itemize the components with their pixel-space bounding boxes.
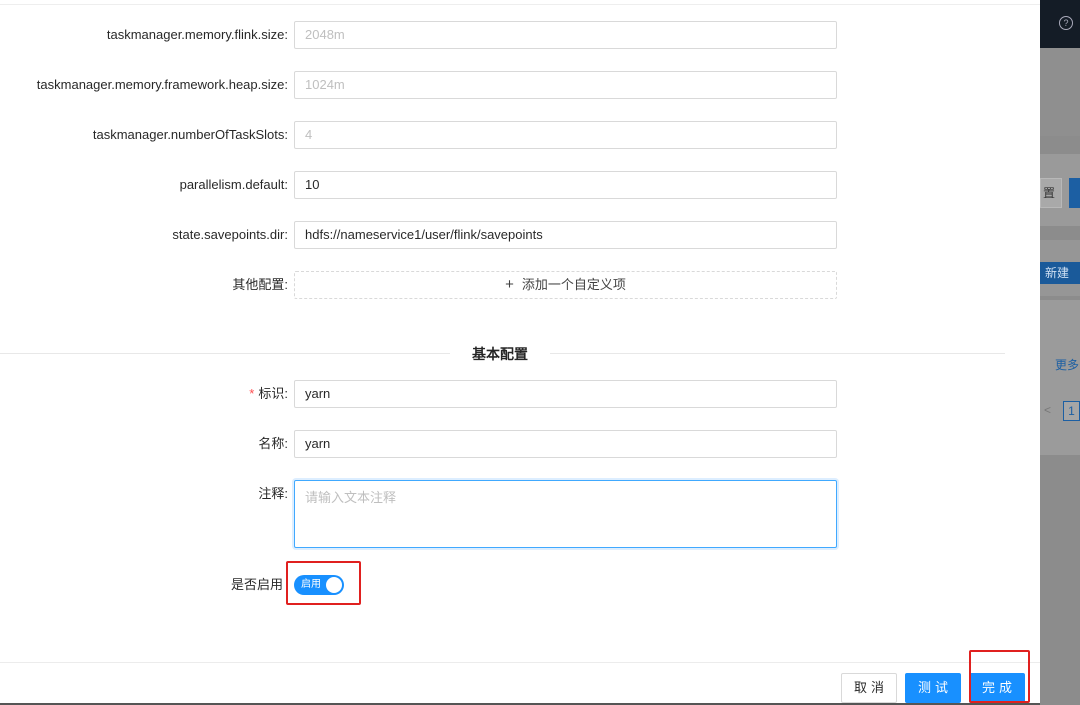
background-app: ? 置 新建 更多 < 1 [1040,0,1080,705]
form-row-flink-size: taskmanager.memory.flink.size: 2048m [0,21,1040,49]
field-label: parallelism.default: [179,177,288,192]
background-new-button: 新建 [1040,262,1080,284]
highlight-box-switch [286,561,361,605]
footer-divider [0,662,1040,663]
field-label: 名称: [258,436,288,451]
enable-label: 是否启用 [231,577,284,592]
field-label: state.savepoints.dir: [172,227,288,242]
config-modal: taskmanager.memory.flink.size: 2048m tas… [0,0,1040,705]
form-row-task-slots: taskmanager.numberOfTaskSlots: 4 [0,121,1040,149]
help-icon: ? [1059,16,1073,30]
cancel-button[interactable]: 取消 [841,673,897,703]
add-custom-item-button[interactable]: + 添加一个自定义项 [294,271,837,299]
background-prev-page-icon: < [1044,403,1052,417]
task-slots-input[interactable]: 4 [294,121,837,149]
background-page-number: 1 [1063,401,1080,421]
field-label: taskmanager.numberOfTaskSlots: [92,127,288,142]
savepoints-dir-input[interactable]: hdfs://nameservice1/user/flink/savepoint… [294,221,837,249]
highlight-box-done [969,650,1030,703]
parallelism-input[interactable]: 10 [294,171,837,199]
form-row-identifier: * 标识: yarn [0,380,1040,408]
form-row-other-config: 其他配置: + 添加一个自定义项 [0,271,1040,299]
background-topbar: ? [1040,0,1080,48]
section-title: 基本配置 [472,346,528,362]
required-mark: * [249,386,255,401]
modal-top-border [0,4,1040,5]
plus-icon: + [505,276,514,293]
background-panel [1040,48,1080,136]
field-label: * 标识: [249,386,288,401]
form-row-framework-heap-size: taskmanager.memory.framework.heap.size: … [0,71,1040,99]
background-primary-button [1069,178,1080,208]
form-row-parallelism: parallelism.default: 10 [0,171,1040,199]
identifier-input[interactable]: yarn [294,380,837,408]
flink-size-input[interactable]: 2048m [294,21,837,49]
name-input[interactable]: yarn [294,430,837,458]
background-panel [1040,300,1080,455]
field-label: taskmanager.memory.flink.size: [106,27,288,42]
section-divider: 基本配置 [0,346,1005,362]
framework-heap-size-input[interactable]: 1024m [294,71,837,99]
background-button: 置 [1040,178,1062,208]
test-button[interactable]: 测试 [905,673,961,703]
field-label: 其他配置: [232,277,288,292]
form-row-name: 名称: yarn [0,430,1040,458]
field-label: 注释: [258,486,288,501]
note-textarea[interactable]: 请输入文本注释 [294,480,837,548]
background-more-link: 更多 [1055,358,1080,372]
form-row-savepoints-dir: state.savepoints.dir: hdfs://nameservice… [0,221,1040,249]
field-label: taskmanager.memory.framework.heap.size: [36,77,288,92]
form-row-note: 注释: 请输入文本注释 [0,480,1040,548]
